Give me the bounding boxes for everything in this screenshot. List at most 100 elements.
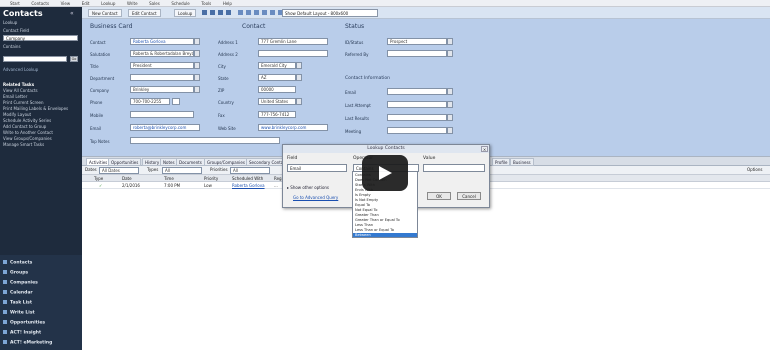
city-dropdown[interactable] bbox=[296, 62, 302, 69]
address1-field[interactable]: 777 Gremlin Lane bbox=[258, 38, 328, 45]
top-notes-field[interactable] bbox=[130, 137, 280, 144]
save-icon[interactable] bbox=[238, 10, 243, 15]
mobile-field[interactable] bbox=[130, 111, 194, 118]
country-field[interactable]: United States bbox=[258, 98, 296, 105]
contact-field-select[interactable]: Company bbox=[3, 35, 78, 41]
company-field[interactable]: Brinkley bbox=[130, 86, 194, 93]
column-header[interactable]: Time bbox=[164, 175, 174, 182]
meeting-field[interactable] bbox=[387, 127, 447, 134]
department-field[interactable] bbox=[130, 74, 194, 81]
advanced-lookup-link[interactable]: Advanced Lookup bbox=[3, 67, 38, 72]
title-field[interactable]: President bbox=[130, 62, 194, 69]
field-select[interactable]: Email bbox=[287, 164, 347, 172]
task-item[interactable]: View Groups/Companies bbox=[3, 136, 52, 141]
last-record-icon[interactable] bbox=[226, 10, 231, 15]
task-item[interactable]: View All Contacts bbox=[3, 88, 38, 93]
task-item[interactable]: Email Letter bbox=[3, 94, 27, 99]
lookup-button[interactable]: Lookup bbox=[174, 9, 197, 17]
email-icon[interactable] bbox=[254, 10, 259, 15]
collapse-icon[interactable]: « bbox=[70, 10, 74, 17]
menu-help[interactable]: Help bbox=[223, 0, 232, 7]
salutation-field[interactable]: Roberta & Robertadalan Breya bbox=[130, 50, 194, 57]
next-record-icon[interactable] bbox=[218, 10, 223, 15]
task-item[interactable]: Modify Layout bbox=[3, 112, 31, 117]
menu-lookup[interactable]: Lookup bbox=[101, 0, 115, 7]
task-item[interactable]: Print Mailing Labels & Envelopes bbox=[3, 106, 68, 111]
nav-act-insight[interactable]: ACT! Insight bbox=[3, 330, 41, 336]
column-header[interactable]: Type bbox=[94, 175, 103, 182]
tab-business[interactable]: Business bbox=[510, 158, 534, 166]
dropdown-option-selected[interactable]: Between bbox=[353, 233, 417, 237]
salutation-dropdown[interactable] bbox=[194, 50, 200, 57]
dropdown-option[interactable]: Greater Than bbox=[355, 213, 379, 217]
delete-icon[interactable] bbox=[246, 10, 251, 15]
referred-by-field[interactable] bbox=[387, 50, 447, 57]
company-dropdown[interactable] bbox=[194, 86, 200, 93]
column-header[interactable]: Priority bbox=[204, 175, 218, 182]
menu-contacts[interactable]: Contacts bbox=[31, 0, 49, 7]
nav-calendar[interactable]: Calendar bbox=[3, 290, 33, 296]
row-scheduled-with[interactable]: Roberta Gorlova bbox=[232, 182, 265, 189]
email-field[interactable]: roberta@brinkleycorp.com bbox=[130, 124, 200, 131]
website-field[interactable]: www.brinkleycorp.com bbox=[258, 124, 328, 131]
edit-contact-button[interactable]: Edit Contact bbox=[128, 9, 161, 17]
phone-ext-field[interactable] bbox=[172, 98, 180, 105]
tab-activities[interactable]: Activities bbox=[86, 158, 111, 166]
dropdown-option[interactable]: Less Than bbox=[355, 223, 373, 227]
menu-edit[interactable]: Edit bbox=[82, 0, 90, 7]
contact-field[interactable]: Roberta Gorlova bbox=[130, 38, 194, 45]
menu-start[interactable]: Start bbox=[10, 0, 20, 7]
first-record-icon[interactable] bbox=[202, 10, 207, 15]
options-button[interactable]: Options bbox=[747, 166, 762, 173]
dropdown-option[interactable]: Equal To bbox=[355, 203, 370, 207]
menu-write[interactable]: Write bbox=[127, 0, 138, 7]
dropdown-option[interactable]: Less Than or Equal To bbox=[355, 228, 394, 232]
last-results-field[interactable] bbox=[387, 114, 447, 121]
column-header[interactable]: Date bbox=[122, 175, 132, 182]
layout-select[interactable]: Show Default Layout - 800x600 bbox=[282, 9, 378, 17]
meeting-dropdown[interactable] bbox=[447, 127, 453, 134]
task-item[interactable]: Print Current Screen bbox=[3, 100, 44, 105]
address2-field[interactable] bbox=[258, 50, 328, 57]
city-field[interactable]: Emerald City bbox=[258, 62, 296, 69]
id-status-field[interactable]: Prospect bbox=[387, 38, 447, 45]
task-item[interactable]: Write to Another Contact bbox=[3, 130, 53, 135]
department-dropdown[interactable] bbox=[194, 74, 200, 81]
zip-field[interactable]: 00000 bbox=[258, 86, 296, 93]
state-field[interactable]: AZ bbox=[258, 74, 296, 81]
tab-profile[interactable]: Profile bbox=[492, 158, 511, 166]
right-email-dropdown[interactable] bbox=[447, 88, 453, 95]
dates-select[interactable]: All Dates bbox=[99, 167, 139, 174]
close-icon[interactable]: × bbox=[481, 146, 488, 152]
types-select[interactable]: All bbox=[162, 167, 202, 174]
column-header[interactable]: Scheduled With bbox=[232, 175, 263, 182]
tab-documents[interactable]: Documents bbox=[176, 158, 205, 166]
menu-tools[interactable]: Tools bbox=[201, 0, 211, 7]
task-item[interactable]: Manage Smart Tasks bbox=[3, 142, 44, 147]
dropdown-option[interactable]: Is Empty bbox=[355, 193, 371, 197]
tab-notes[interactable]: Notes bbox=[160, 158, 178, 166]
last-attempt-field[interactable] bbox=[387, 101, 447, 108]
contains-input[interactable] bbox=[3, 56, 67, 62]
nav-groups[interactable]: Groups bbox=[3, 270, 28, 276]
advanced-query-link[interactable]: Go to Advanced Query bbox=[293, 195, 338, 200]
video-play-button[interactable] bbox=[362, 155, 408, 191]
country-dropdown[interactable] bbox=[296, 98, 302, 105]
cancel-button[interactable]: Cancel bbox=[457, 192, 481, 200]
show-options-toggle[interactable]: ▸ Show other options bbox=[287, 185, 329, 190]
nav-opportunities[interactable]: Opportunities bbox=[3, 320, 45, 326]
contact-detail-button[interactable] bbox=[194, 38, 200, 45]
new-contact-button[interactable]: New Contact bbox=[88, 9, 122, 17]
referred-by-dropdown[interactable] bbox=[447, 50, 453, 57]
dropdown-option[interactable]: Greater Than or Equal To bbox=[355, 218, 400, 222]
state-dropdown[interactable] bbox=[296, 74, 302, 81]
dropdown-option[interactable]: Not Equal To bbox=[355, 208, 377, 212]
go-button[interactable]: Go bbox=[70, 56, 78, 62]
value-input[interactable] bbox=[423, 164, 485, 172]
nav-write-list[interactable]: Write List bbox=[3, 310, 35, 316]
previous-record-icon[interactable] bbox=[210, 10, 215, 15]
last-results-dropdown[interactable] bbox=[447, 114, 453, 121]
nav-contacts[interactable]: Contacts bbox=[3, 260, 32, 266]
nav-act-emarketing[interactable]: ACT! eMarketing bbox=[3, 340, 52, 346]
id-status-dropdown[interactable] bbox=[447, 38, 453, 45]
